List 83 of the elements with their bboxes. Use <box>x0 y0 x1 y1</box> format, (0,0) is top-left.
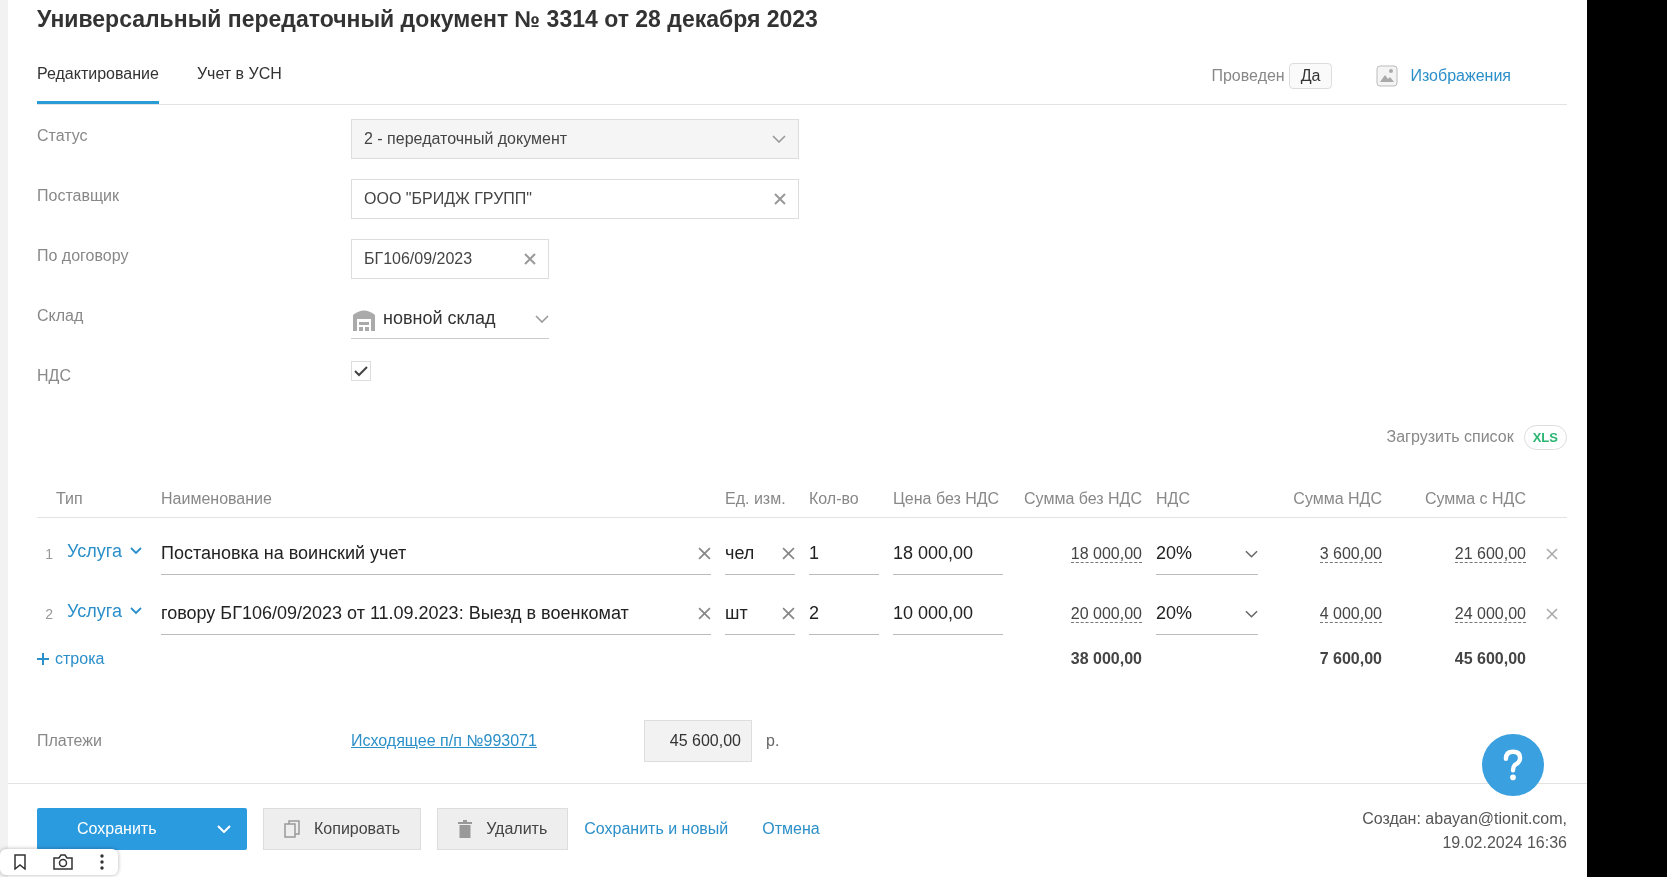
created-date-text: 19.02.2024 16:36 <box>1442 834 1567 852</box>
chevron-down-icon <box>1245 609 1258 618</box>
vat-rate-dropdown[interactable]: 20% <box>1156 533 1258 575</box>
upload-list-label: Загрузить список <box>1386 428 1514 446</box>
field-label: Поставщик <box>37 186 121 205</box>
clear-icon[interactable] <box>698 547 711 560</box>
column-header: Ед. изм. <box>725 490 787 508</box>
total-sum: 38 000,00 <box>1069 650 1142 668</box>
quantity-field[interactable]: 2 <box>809 593 879 635</box>
quantity-field[interactable]: 1 <box>809 533 879 575</box>
delete-row-icon[interactable] <box>1546 548 1558 560</box>
column-header: Цена без НДС <box>893 490 1001 508</box>
price-field[interactable]: 18 000,00 <box>893 533 1003 575</box>
sum-value: 20 000,00 <box>1070 605 1142 623</box>
total-value: 24 000,00 <box>1454 605 1526 623</box>
bookmark-icon[interactable] <box>13 854 26 870</box>
chevron-down-icon <box>129 607 142 615</box>
vat-checkbox[interactable] <box>351 361 371 381</box>
item-name-field[interactable]: Постановка на воинский учет <box>161 533 711 575</box>
chevron-down-icon[interactable] <box>217 825 231 833</box>
currency-label: р. <box>766 732 780 750</box>
vat-sum-value: 3 600,00 <box>1319 545 1382 563</box>
trash-icon <box>458 820 473 838</box>
total-vat-sum: 7 600,00 <box>1318 650 1382 668</box>
item-name-field[interactable]: говору БГ106/09/2023 от 11.09.2023: Выезд в военкомат <box>161 593 711 635</box>
chevron-down-icon <box>129 547 142 555</box>
type-dropdown[interactable]: Услуга <box>67 600 147 622</box>
add-row-link[interactable]: строка <box>37 650 711 668</box>
plus-icon <box>37 653 49 665</box>
vat-sum-value: 4 000,00 <box>1319 605 1382 623</box>
status-dropdown[interactable]: 2 - передаточный документ <box>351 119 799 159</box>
row-number: 1 <box>44 546 53 562</box>
help-icon[interactable] <box>1482 734 1544 796</box>
supplier-field[interactable]: ООО "БРИДЖ ГРУПП" <box>351 179 799 219</box>
image-icon <box>1376 64 1399 87</box>
chevron-down-icon <box>1245 549 1258 558</box>
clear-icon[interactable] <box>698 607 711 620</box>
clear-icon[interactable] <box>524 253 536 265</box>
total-with-vat: 45 600,00 <box>1453 650 1526 668</box>
copy-icon <box>284 820 300 838</box>
column-header: Наименование <box>161 490 273 508</box>
clear-icon[interactable] <box>782 547 795 560</box>
warehouse-dropdown[interactable]: новной склад <box>351 299 549 339</box>
column-header: НДС <box>1156 490 1191 508</box>
contract-field[interactable]: БГ106/09/2023 <box>351 239 549 279</box>
save-and-new-link[interactable]: Сохранить и новый <box>584 820 729 838</box>
unit-field[interactable]: шт <box>725 593 795 635</box>
column-header: Тип <box>55 490 84 508</box>
payment-amount-field: 45 600,00 <box>644 720 752 762</box>
chevron-down-icon <box>772 135 786 143</box>
delete-row-icon[interactable] <box>1546 608 1558 620</box>
more-icon[interactable] <box>100 854 105 870</box>
posted-toggle[interactable]: Да <box>1288 62 1333 89</box>
total-value: 21 600,00 <box>1454 545 1526 563</box>
unit-field[interactable]: чел <box>725 533 795 575</box>
field-label: Статус <box>37 126 89 145</box>
sum-value: 18 000,00 <box>1070 545 1142 563</box>
vat-rate-dropdown[interactable]: 20% <box>1156 593 1258 635</box>
created-by-text: Создан: abayan@tionit.com, <box>1362 810 1567 828</box>
chevron-down-icon <box>535 314 549 323</box>
column-header: Кол-во <box>809 490 860 508</box>
posted-label: Проведен <box>1211 66 1285 85</box>
copy-button[interactable]: Копировать <box>263 808 422 850</box>
field-label: По договору <box>37 246 130 265</box>
cancel-link[interactable]: Отмена <box>762 820 820 838</box>
type-dropdown[interactable]: Услуга <box>67 540 147 562</box>
delete-button[interactable]: Удалить <box>437 808 569 850</box>
clear-icon[interactable] <box>774 193 786 205</box>
row-number: 2 <box>44 606 53 622</box>
clear-icon[interactable] <box>782 607 795 620</box>
column-header: Сумма НДС <box>1292 490 1382 508</box>
document-title: Универсальный передаточный документ № 3314 от 28 декабря 2023 <box>37 6 819 33</box>
tab[interactable]: Учет в УСН <box>196 47 282 104</box>
payment-link[interactable]: Исходящее п/п №993071 <box>351 732 644 750</box>
price-field[interactable]: 10 000,00 <box>893 593 1003 635</box>
payments-label: Платежи <box>37 732 103 750</box>
column-header: Сумма с НДС <box>1423 490 1526 508</box>
images-link[interactable]: Изображения <box>1410 66 1511 85</box>
field-label: НДС <box>37 366 72 385</box>
tab[interactable]: Редактирование <box>37 47 159 104</box>
field-label: Склад <box>37 306 85 325</box>
camera-icon[interactable] <box>53 854 73 870</box>
column-header: Сумма без НДС <box>1023 490 1142 508</box>
